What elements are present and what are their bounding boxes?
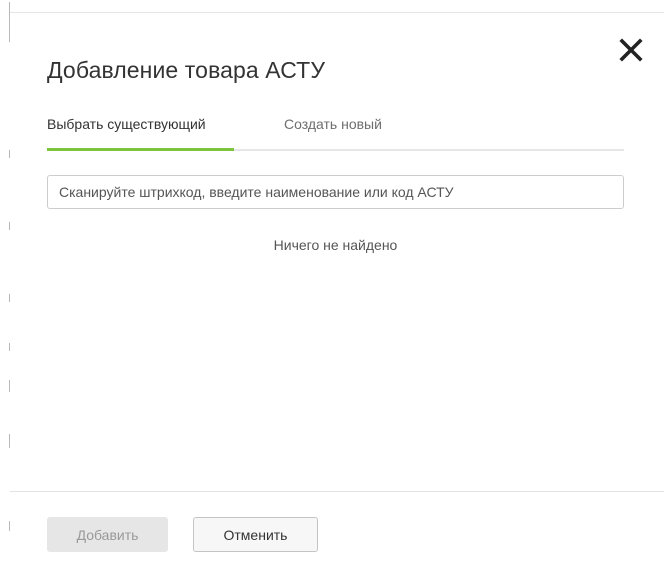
add-button[interactable]: Добавить bbox=[47, 517, 168, 552]
dialog-footer: Добавить Отменить bbox=[10, 491, 664, 571]
close-button[interactable] bbox=[614, 33, 648, 67]
left-page-edge bbox=[0, 0, 10, 569]
dialog-title: Добавление товара АСТУ bbox=[47, 57, 326, 83]
tab-select-existing[interactable]: Выбрать существующий bbox=[47, 116, 206, 132]
add-product-dialog: Добавление товара АСТУ Выбрать существую… bbox=[10, 12, 664, 571]
cancel-button[interactable]: Отменить bbox=[193, 517, 318, 552]
active-tab-indicator bbox=[47, 148, 234, 151]
tab-bar: Выбрать существующий Создать новый bbox=[47, 110, 624, 151]
close-icon bbox=[619, 38, 643, 62]
search-input[interactable] bbox=[47, 175, 624, 209]
tab-create-new[interactable]: Создать новый bbox=[284, 116, 382, 132]
empty-results-message: Ничего не найдено bbox=[273, 237, 398, 253]
